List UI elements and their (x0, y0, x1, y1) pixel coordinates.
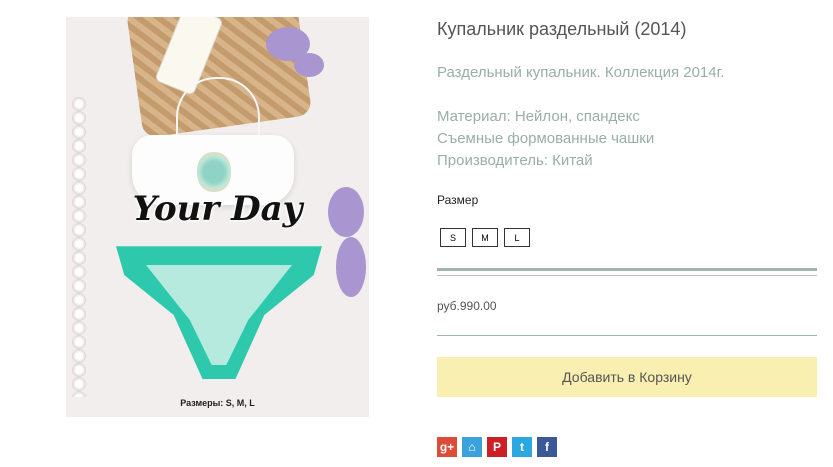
size-options: S M L (440, 228, 530, 247)
product-title: Купальник раздельный (2014) (437, 19, 687, 39)
product-price: руб.990.00 (437, 299, 497, 313)
size-option-s[interactable]: S (440, 228, 466, 247)
share-buttons: g+ ⌂ P t f (437, 437, 557, 457)
product-image[interactable]: Your Day Размеры: S, M, L (66, 17, 369, 417)
image-sizes-caption: Размеры: S, M, L (180, 398, 255, 408)
facebook-icon[interactable]: f (537, 437, 557, 457)
google-plus-icon[interactable]: g+ (437, 437, 457, 457)
size-option-m[interactable]: M (472, 228, 498, 247)
divider (437, 335, 817, 336)
size-label: Размер (437, 193, 479, 207)
detail-manufacturer: Производитель: Китай (437, 152, 593, 169)
bikini-bottom-lining (146, 265, 292, 365)
product-details: Материал: Нейлон, спандекс Съемные формо… (437, 106, 654, 172)
gem-ornament (197, 152, 231, 192)
image-brand-text: Your Day (132, 189, 303, 229)
divider-double (437, 268, 817, 276)
twitter-icon[interactable]: t (512, 437, 532, 457)
detail-cups: Съемные формованные чашки (437, 130, 655, 147)
lavender-decoration (336, 237, 366, 297)
detail-material: Материал: Нейлон, спандекс (437, 108, 640, 125)
lavender-decoration (294, 53, 324, 77)
add-to-cart-button[interactable]: Добавить в Корзину (437, 357, 817, 397)
odnoklassniki-icon[interactable]: ⌂ (462, 437, 482, 457)
pearls-decoration (72, 97, 108, 397)
product-description: Раздельный купальник. Коллекция 2014г. (437, 64, 725, 81)
size-option-l[interactable]: L (504, 228, 530, 247)
pinterest-icon[interactable]: P (487, 437, 507, 457)
